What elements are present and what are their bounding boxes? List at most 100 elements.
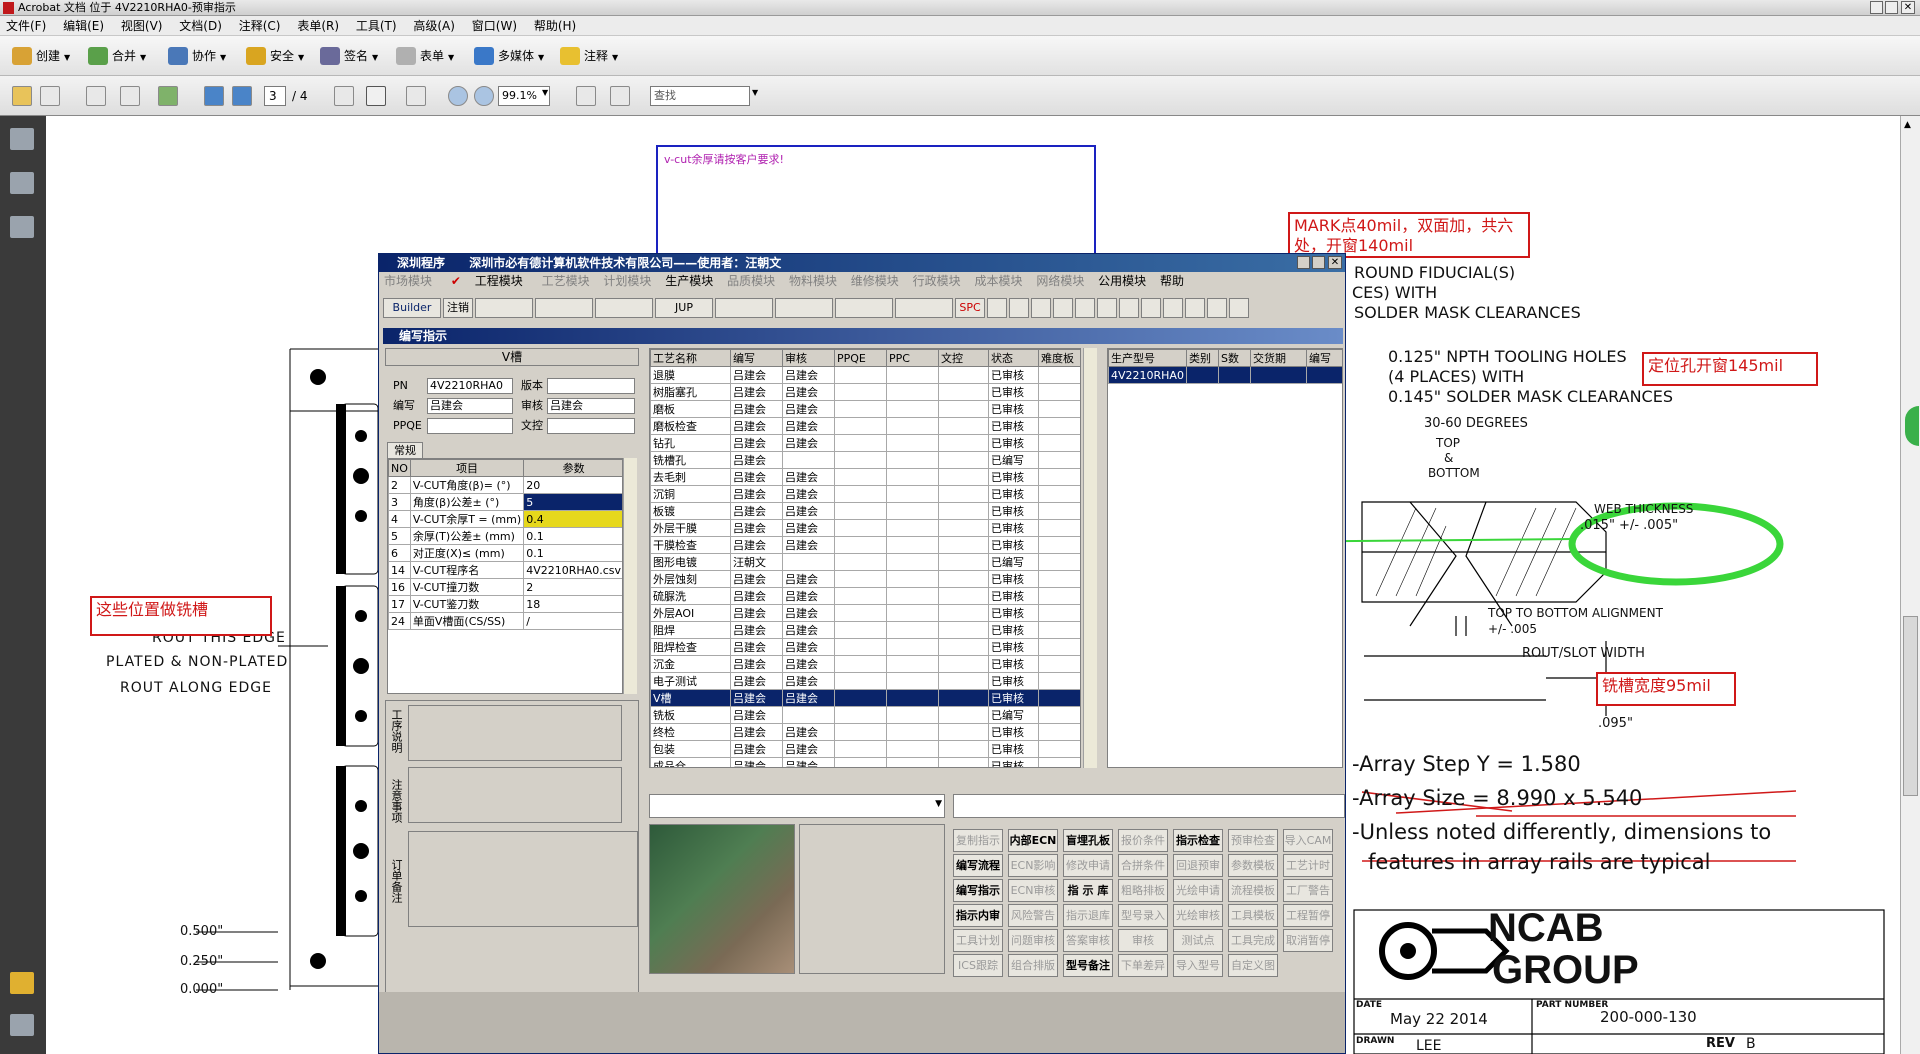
process-row[interactable]: 去毛刺 吕建会 吕建会 已审核: [650, 468, 1080, 486]
email-icon[interactable]: [120, 86, 140, 106]
product-row[interactable]: 4V2210RHA0: [1108, 366, 1342, 384]
fit-width-icon[interactable]: [610, 86, 630, 106]
action-button[interactable]: ICS跟踪: [953, 954, 1003, 977]
fit-page-icon[interactable]: [576, 86, 596, 106]
process-row[interactable]: 磨板检查 吕建会 吕建会 已审核: [650, 417, 1080, 435]
action-button[interactable]: 工艺计时: [1283, 854, 1333, 877]
process-row[interactable]: 电子测试 吕建会 吕建会 已审核: [650, 672, 1080, 690]
action-button[interactable]: 问题审核: [1008, 929, 1058, 952]
minimize-icon[interactable]: [1870, 1, 1883, 14]
save-icon[interactable]: [86, 86, 106, 106]
product-col-delivery[interactable]: 交货期: [1249, 349, 1307, 367]
param-value[interactable]: 4V2210RHA0.csv: [523, 561, 622, 579]
process-col-doc[interactable]: 文控: [938, 349, 989, 367]
action-button[interactable]: 风险警告: [1008, 904, 1058, 927]
param-no[interactable]: 6: [388, 544, 411, 562]
action-button[interactable]: 下单差异: [1118, 954, 1168, 977]
action-button[interactable]: 合拼条件: [1118, 854, 1168, 877]
process-row[interactable]: 铣槽孔 吕建会 已编写: [650, 451, 1080, 469]
eye-icon[interactable]: [715, 298, 773, 318]
zoom-dropdown-icon[interactable]: ▼: [542, 88, 548, 97]
product-col-type[interactable]: 类别: [1185, 349, 1219, 367]
pn-field[interactable]: 4V2210RHA0: [427, 378, 513, 394]
comment-button[interactable]: 注释 ▼: [558, 44, 618, 68]
action-button[interactable]: 答案审核: [1063, 929, 1113, 952]
param-row[interactable]: 14 V-CUT程序名 4V2210RHA0.csv: [388, 561, 622, 579]
signatures-icon[interactable]: [10, 216, 34, 238]
action-button[interactable]: 复制指示: [953, 829, 1003, 852]
params-scrollbar[interactable]: [623, 458, 637, 694]
process-row[interactable]: V槽 吕建会 吕建会 已审核: [650, 689, 1080, 707]
writer-field[interactable]: 吕建会: [427, 398, 513, 414]
params-col-no[interactable]: NO: [388, 459, 411, 477]
tool-icon-5[interactable]: [1009, 298, 1029, 318]
action-button[interactable]: ECN影响: [1008, 854, 1058, 877]
param-value[interactable]: /: [523, 612, 622, 630]
scroll-up-icon[interactable]: ▲: [1904, 120, 1911, 130]
tool-icon-2[interactable]: [775, 298, 833, 318]
process-col-ppqe[interactable]: PPQE: [834, 349, 887, 367]
param-item[interactable]: 对正度(X)≤ (mm): [409, 544, 525, 562]
process-row[interactable]: 退膜 吕建会 吕建会 已审核: [650, 366, 1080, 384]
process-row[interactable]: 铣板 吕建会 已编写: [650, 706, 1080, 724]
menu-window[interactable]: 窗口(W): [472, 19, 517, 33]
app-menu-network[interactable]: 网络模块: [1036, 274, 1084, 288]
mark-note[interactable]: MARK点40mil，双面加，共六处，开窗140mil: [1288, 212, 1530, 258]
process-row[interactable]: 钻孔 吕建会 吕建会 已审核: [650, 434, 1080, 452]
new-icon[interactable]: [1031, 298, 1051, 318]
close-icon[interactable]: ✕: [1901, 1, 1915, 14]
action-button[interactable]: 盲埋孔板: [1063, 829, 1113, 852]
open-icon[interactable]: [12, 86, 32, 106]
find-input[interactable]: 查找: [650, 86, 750, 106]
action-button[interactable]: 编写流程: [953, 854, 1003, 877]
param-value[interactable]: 0.4: [523, 510, 622, 528]
action-button[interactable]: 导入型号: [1173, 954, 1223, 977]
process-notes-field[interactable]: [408, 705, 622, 761]
process-row[interactable]: 外层蚀刻 吕建会 吕建会 已审核: [650, 570, 1080, 588]
app-menu-material[interactable]: 物料模块: [789, 274, 837, 288]
product-col-model[interactable]: 生产型号: [1108, 349, 1187, 367]
action-button[interactable]: 自定义图: [1228, 954, 1278, 977]
hand-tool-icon[interactable]: [366, 86, 386, 106]
restore-icon[interactable]: [1885, 1, 1898, 14]
app-menu-cost[interactable]: 成本模块: [974, 274, 1022, 288]
select-tool-icon[interactable]: [334, 86, 354, 106]
save-icon-app[interactable]: [1097, 298, 1117, 318]
app-menu-production[interactable]: 生产模块: [665, 274, 713, 288]
process-row[interactable]: 外层干膜 吕建会 吕建会 已审核: [650, 519, 1080, 537]
find-icon[interactable]: [1207, 298, 1227, 318]
menu-edit[interactable]: 编辑(E): [63, 19, 104, 33]
menu-help[interactable]: 帮助(H): [534, 19, 576, 33]
doc-control-field[interactable]: [547, 418, 635, 434]
create-button[interactable]: 创建 ▼: [10, 44, 70, 68]
action-button[interactable]: 粗略排板: [1118, 879, 1168, 902]
action-button[interactable]: 回退预审: [1173, 854, 1223, 877]
param-value[interactable]: 18: [523, 595, 622, 613]
action-button[interactable]: 审核Nope: [1118, 929, 1168, 968]
param-value[interactable]: 2: [523, 578, 622, 596]
locate-hole-note[interactable]: 定位孔开窗145mil: [1642, 352, 1818, 386]
app-menu-market[interactable]: 市场模块: [384, 274, 432, 288]
undo-icon[interactable]: [1119, 298, 1139, 318]
param-item[interactable]: V-CUT撞刀数: [409, 578, 525, 596]
menu-advanced[interactable]: 高级(A): [413, 19, 455, 33]
param-item[interactable]: 单面V槽面(CS/SS): [409, 612, 525, 630]
process-row[interactable]: 板镀 吕建会 吕建会 已审核: [650, 502, 1080, 520]
help-icon[interactable]: [1229, 298, 1249, 318]
param-row[interactable]: 6 对正度(X)≤ (mm) 0.1: [388, 544, 622, 562]
menu-tools[interactable]: 工具(T): [356, 19, 397, 33]
action-button[interactable]: 报价条件: [1118, 829, 1168, 852]
action-button[interactable]: 光绘审核: [1173, 904, 1223, 927]
version-field[interactable]: [547, 378, 635, 394]
cut-icon[interactable]: [1053, 298, 1073, 318]
attachments-icon[interactable]: [10, 1014, 34, 1036]
action-button[interactable]: 取消暂停: [1283, 929, 1333, 952]
product-col-writer[interactable]: 编写: [1305, 349, 1342, 367]
action-button[interactable]: 编写指示: [953, 879, 1003, 902]
comments-icon[interactable]: [10, 972, 34, 994]
remarks-input[interactable]: [953, 794, 1345, 818]
process-col-ppc[interactable]: PPC: [886, 349, 939, 367]
param-no[interactable]: 17: [388, 595, 411, 613]
process-row[interactable]: 硫脲洗 吕建会 吕建会 已审核: [650, 587, 1080, 605]
app-menu-help[interactable]: 帮助: [1160, 274, 1184, 288]
